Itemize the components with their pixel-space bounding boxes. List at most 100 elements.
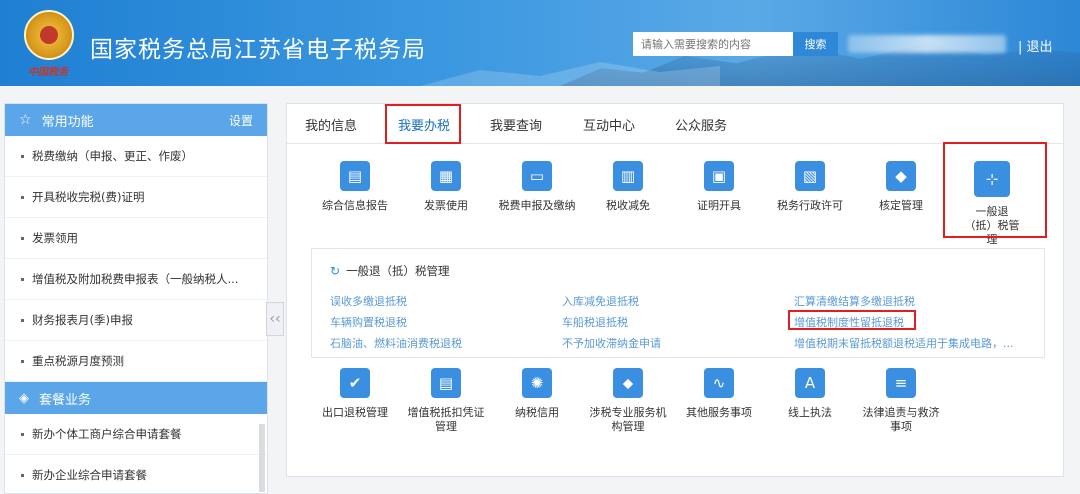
link-fuel-tax-refund[interactable]: 石脑油、燃料油消费税退税 bbox=[330, 335, 462, 351]
service-tax-relief[interactable]: ▥ 税收减免 bbox=[580, 161, 676, 213]
sidebar-item-label: 新办个体工商户综合申请套餐 bbox=[32, 427, 182, 441]
service-vat-deduction[interactable]: ▤ 增值税抵扣凭证管理 bbox=[398, 368, 494, 434]
service-info-report[interactable]: ▤ 综合信息报告 bbox=[307, 161, 403, 213]
service-label: 核定管理 bbox=[879, 199, 923, 212]
refund-highlight-box bbox=[943, 142, 1047, 238]
sidebar-scrollbar[interactable] bbox=[259, 424, 265, 492]
service-agency-management[interactable]: ⬥ 涉税专业服务机构管理 bbox=[580, 368, 676, 434]
bulb-icon: ✺ bbox=[522, 368, 552, 398]
bullet-icon bbox=[21, 318, 24, 322]
star-icon: ☆ bbox=[19, 112, 32, 128]
bullet-icon bbox=[21, 277, 24, 281]
layers-icon: ◈ bbox=[19, 390, 29, 406]
sidebar-item[interactable]: 新办个体工商户综合申请套餐 bbox=[5, 414, 267, 455]
china-tax-logo: 中国税务 bbox=[28, 67, 68, 78]
shield-icon: ◆ bbox=[886, 161, 916, 191]
sidebar-item[interactable]: 财务报表月(季)申报 bbox=[5, 300, 267, 341]
service-tax-filing[interactable]: ▭ 税费申报及缴纳 bbox=[489, 161, 585, 213]
tab-interaction[interactable]: 互动中心 bbox=[583, 104, 635, 144]
service-other[interactable]: ∿ 其他服务事项 bbox=[671, 368, 767, 420]
document-icon: ▦ bbox=[431, 161, 461, 191]
tab-query[interactable]: 我要查询 bbox=[490, 104, 542, 144]
sidebar-item-label: 新办企业综合申请套餐 bbox=[32, 468, 147, 482]
sidebar-collapse-button[interactable]: ‹‹ bbox=[266, 302, 284, 336]
document-list-icon: ≡ bbox=[886, 368, 916, 398]
service-tax-credit[interactable]: ✺ 纳税信用 bbox=[489, 368, 585, 420]
service-label: 出口退税管理 bbox=[322, 406, 388, 419]
refresh-icon: ↻ bbox=[330, 264, 341, 278]
service-export-refund[interactable]: ✔ 出口退税管理 bbox=[307, 368, 403, 420]
tab-bar: 我的信息 我要办税 我要查询 互动中心 公众服务 bbox=[287, 104, 1063, 144]
submenu-title-text: 一般退（抵）税管理 bbox=[346, 264, 450, 278]
sidebar-item[interactable]: 税费缴纳（申报、更正、作废） bbox=[5, 136, 267, 177]
service-label: 纳税信用 bbox=[515, 406, 559, 419]
bullet-icon bbox=[21, 359, 24, 363]
settings-link[interactable]: 设置 bbox=[229, 112, 253, 129]
license-icon: ▧ bbox=[795, 161, 825, 191]
link-vehicle-tax-refund[interactable]: 车辆购置税退税 bbox=[330, 314, 407, 330]
service-label: 法律追责与救济事项 bbox=[862, 406, 940, 433]
site-title: 国家税务总局江苏省电子税务局 bbox=[90, 36, 426, 62]
sidebar-item-label: 增值税及附加税费申报表（一般纳税人... bbox=[32, 272, 239, 286]
service-label: 证明开具 bbox=[697, 199, 741, 212]
sidebar-item[interactable]: 新办企业综合申请套餐 bbox=[5, 455, 267, 494]
monitor-icon: ▭ bbox=[522, 161, 552, 191]
sidebar-item[interactable]: 增值税及附加税费申报表（一般纳税人... bbox=[5, 259, 267, 300]
monitor-chart-icon: ▤ bbox=[340, 161, 370, 191]
service-invoice-use[interactable]: ▦ 发票使用 bbox=[398, 161, 494, 213]
sidebar: ☆ 常用功能 设置 税费缴纳（申报、更正、作废） 开具税收完税(费)证明 发票领… bbox=[4, 103, 268, 494]
sidebar-item[interactable]: 开具税收完税(费)证明 bbox=[5, 177, 267, 218]
bullet-icon bbox=[21, 236, 24, 240]
service-online-enforcement[interactable]: A 线上执法 bbox=[762, 368, 858, 420]
main-panel: 我的信息 我要办税 我要查询 互动中心 公众服务 ▤ 综合信息报告 ▦ 发票使用… bbox=[286, 103, 1064, 477]
common-functions-header: ☆ 常用功能 设置 bbox=[5, 104, 267, 136]
sidebar-item-label: 发票领用 bbox=[32, 231, 78, 245]
package-business-title: 套餐业务 bbox=[39, 392, 92, 408]
refund-submenu-panel: ↻ 一般退（抵）税管理 误收多缴退抵税 车辆购置税退税 石脑油、燃料油消费税退税… bbox=[311, 248, 1045, 358]
service-label: 涉税专业服务机构管理 bbox=[589, 406, 667, 433]
service-verification[interactable]: ◆ 核定管理 bbox=[853, 161, 949, 213]
bullet-icon bbox=[21, 195, 24, 199]
document-lock-icon: ▤ bbox=[431, 368, 461, 398]
tax-emblem-icon bbox=[24, 10, 74, 60]
service-legal-remedy[interactable]: ≡ 法律追责与救济事项 bbox=[853, 368, 949, 434]
service-admin-license[interactable]: ▧ 税务行政许可 bbox=[762, 161, 858, 213]
sidebar-item-label: 税费缴纳（申报、更正、作废） bbox=[32, 149, 193, 163]
tab-public-service[interactable]: 公众服务 bbox=[675, 104, 727, 144]
vat-credit-highlight-box bbox=[788, 310, 916, 330]
user-info-blurred bbox=[848, 35, 1006, 53]
common-functions-title: 常用功能 bbox=[41, 114, 94, 130]
search-button[interactable]: 搜索 bbox=[793, 32, 838, 56]
link-settlement-refund[interactable]: 汇算清缴结算多缴退抵税 bbox=[794, 293, 915, 309]
tag-icon: ⬥ bbox=[613, 368, 643, 398]
sidebar-item-label: 重点税源月度预测 bbox=[32, 354, 124, 368]
service-label: 税费申报及缴纳 bbox=[498, 199, 576, 212]
site-header: 中国税务 国家税务总局江苏省电子税务局 搜索 | 退出 bbox=[0, 0, 1080, 86]
submenu-title: ↻ 一般退（抵）税管理 bbox=[330, 263, 450, 279]
sidebar-item-label: 财务报表月(季)申报 bbox=[32, 313, 133, 327]
active-tab-highlight bbox=[385, 104, 461, 144]
tab-my-info[interactable]: 我的信息 bbox=[305, 104, 357, 144]
certificate-icon: ▣ bbox=[704, 161, 734, 191]
service-label: 税收减免 bbox=[606, 199, 650, 212]
service-certificate[interactable]: ▣ 证明开具 bbox=[671, 161, 767, 213]
shield-check-icon: ✔ bbox=[340, 368, 370, 398]
bullet-icon bbox=[21, 473, 24, 477]
link-relief-refund[interactable]: 入库减免退抵税 bbox=[562, 293, 639, 309]
search-input[interactable] bbox=[633, 32, 793, 56]
service-label: 其他服务事项 bbox=[686, 406, 752, 419]
service-label: 发票使用 bbox=[424, 199, 468, 212]
translate-icon: A bbox=[795, 368, 825, 398]
logout-link[interactable]: | 退出 bbox=[1018, 36, 1053, 55]
service-label: 综合信息报告 bbox=[322, 199, 388, 212]
sidebar-item-label: 开具税收完税(费)证明 bbox=[32, 190, 145, 204]
link-overpaid-refund[interactable]: 误收多缴退抵税 bbox=[330, 293, 407, 309]
link-vessel-tax-refund[interactable]: 车船税退抵税 bbox=[562, 314, 628, 330]
link-late-fee-waiver[interactable]: 不予加收滞纳金申请 bbox=[562, 335, 661, 351]
monitor-wave-icon: ∿ bbox=[704, 368, 734, 398]
chart-doc-icon: ▥ bbox=[613, 161, 643, 191]
bullet-icon bbox=[21, 432, 24, 436]
link-vat-ic-refund[interactable]: 增值税期末留抵税额退税适用于集成电路，... bbox=[794, 335, 1014, 351]
sidebar-item[interactable]: 重点税源月度预测 bbox=[5, 341, 267, 382]
sidebar-item[interactable]: 发票领用 bbox=[5, 218, 267, 259]
